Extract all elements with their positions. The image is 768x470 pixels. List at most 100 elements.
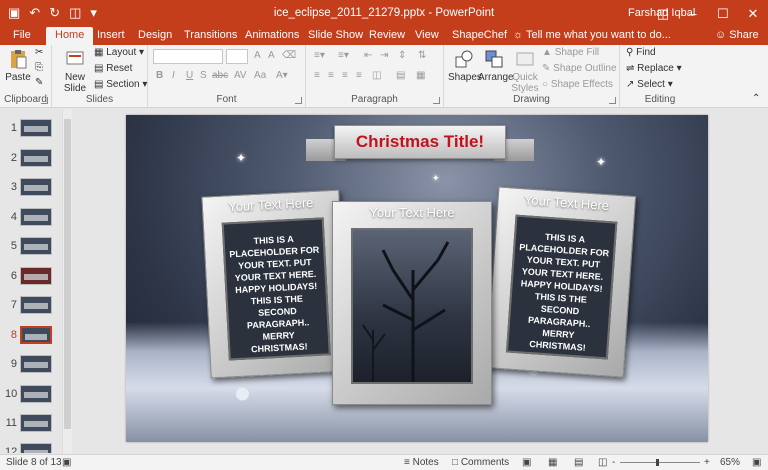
minimize-button[interactable]: – [678, 0, 708, 27]
section-label: Section [106, 79, 140, 90]
format-painter-icon[interactable]: ✎ [35, 77, 43, 88]
thumbnail-scrollbar[interactable] [62, 109, 72, 454]
find-button[interactable]: ⚲ Find [626, 47, 656, 58]
right-frame-header[interactable]: Your Text Here [498, 190, 635, 214]
zoom-slider[interactable] [620, 459, 700, 466]
slide-thumbnail[interactable]: 3 [5, 176, 65, 200]
slide-show-icon[interactable]: ◫ [598, 457, 607, 468]
zoom-level[interactable]: 65% [720, 457, 740, 468]
text-direction-icon[interactable]: ⇅ [418, 50, 426, 61]
decrease-indent-icon[interactable]: ⇤ [364, 50, 372, 61]
tab-home[interactable]: Home [46, 27, 94, 45]
title-banner[interactable]: Christmas Title! [334, 125, 506, 159]
close-button[interactable]: ✕ [738, 0, 768, 27]
slide-thumbnail[interactable]: 1 [5, 117, 65, 141]
layout-button[interactable]: ▦ Layout ▾ [94, 47, 144, 58]
columns-icon[interactable]: ◫ [372, 70, 381, 81]
align-text-icon[interactable]: ▤ [396, 70, 405, 81]
zoom-slider-thumb[interactable] [656, 459, 659, 466]
tell-me-box[interactable]: ☼ Tell me what you want to do... [504, 27, 680, 45]
grow-font-button[interactable]: A [254, 50, 261, 61]
smartart-icon[interactable]: ▦ [416, 70, 425, 81]
tab-file[interactable]: File [4, 27, 40, 45]
character-spacing-button[interactable]: AV [234, 70, 247, 81]
strikethrough-button[interactable]: abc [212, 70, 228, 81]
center-frame-header[interactable]: Your Text Here [333, 205, 491, 220]
zoom-out-button[interactable]: - [612, 457, 615, 468]
slide-thumbnail[interactable]: 12 [5, 441, 65, 453]
tab-animations[interactable]: Animations [236, 27, 308, 45]
slide-thumbnail[interactable]: 4 [5, 206, 65, 230]
center-picture-frame[interactable]: Your Text Here [332, 201, 492, 405]
slide-title[interactable]: Christmas Title! [356, 132, 484, 152]
font-size-field[interactable] [226, 49, 248, 64]
font-color-icon[interactable]: A▾ [276, 70, 288, 81]
align-right-icon[interactable]: ≡ [342, 70, 348, 81]
line-spacing-icon[interactable]: ⇕ [398, 50, 406, 61]
maximize-button[interactable]: ☐ [708, 0, 738, 27]
numbering-icon[interactable]: ≡▾ [338, 50, 349, 61]
comments-button[interactable]: □ Comments [452, 457, 509, 468]
shrink-font-button[interactable]: A [268, 50, 275, 61]
tab-design[interactable]: Design [129, 27, 181, 45]
right-text-frame[interactable]: Your Text Here THIS IS A PLACEHOLDER FOR… [485, 186, 637, 378]
scrollbar-thumb[interactable] [64, 119, 71, 429]
font-name-field[interactable] [153, 49, 223, 64]
notes-button[interactable]: ≡ Notes [404, 457, 439, 468]
quick-styles-button[interactable]: Quick Styles [510, 48, 540, 94]
left-text-frame[interactable]: Your Text Here THIS IS A PLACEHOLDER FOR… [201, 189, 349, 379]
slide-thumbnail[interactable]: 6 [5, 265, 65, 289]
paragraph-launcher[interactable] [433, 97, 440, 104]
shape-effects-button[interactable]: ○ Shape Effects [542, 79, 613, 90]
ribbon-display-options-icon[interactable]: ◫ [648, 0, 678, 27]
justify-icon[interactable]: ≡ [356, 70, 362, 81]
section-button[interactable]: ▤ Section ▾ [94, 79, 147, 90]
slide-canvas[interactable]: ✦ ✦ ✦ Christmas Title! Your Text Here TH… [126, 115, 708, 442]
slide-thumbnail[interactable]: 11 [5, 412, 65, 436]
text-shadow-button[interactable]: S [200, 70, 207, 81]
fit-to-window-icon[interactable]: ▣ [752, 457, 761, 468]
align-center-icon[interactable]: ≡ [328, 70, 334, 81]
select-button[interactable]: ↗ Select ▾ [626, 79, 673, 90]
change-case-button[interactable]: Aa [254, 70, 266, 81]
spellcheck-icon[interactable]: ▣ [62, 457, 71, 468]
bullets-icon[interactable]: ≡▾ [314, 50, 325, 61]
clipboard-launcher[interactable] [41, 97, 48, 104]
tab-view[interactable]: View [406, 27, 448, 45]
slide-thumbnail-selected[interactable]: 8 [5, 324, 65, 348]
slide-thumbnail[interactable]: 9 [5, 353, 65, 377]
font-launcher[interactable] [295, 97, 302, 104]
cut-icon[interactable]: ✂ [35, 47, 43, 58]
slide-thumbnail[interactable]: 2 [5, 147, 65, 171]
increase-indent-icon[interactable]: ⇥ [380, 50, 388, 61]
paste-button[interactable]: Paste [4, 48, 32, 83]
left-frame-header[interactable]: Your Text Here [203, 194, 340, 216]
bold-button[interactable]: B [156, 70, 163, 81]
thumbnail-image [20, 149, 52, 167]
new-slide-button[interactable]: New Slide [60, 48, 90, 94]
drawing-launcher[interactable] [609, 97, 616, 104]
clear-formatting-icon[interactable]: ⌫ [282, 50, 296, 61]
shape-outline-button[interactable]: ✎ Shape Outline [542, 63, 617, 74]
tab-insert[interactable]: Insert [88, 27, 134, 45]
replace-button[interactable]: ⇌ Replace ▾ [626, 63, 682, 74]
left-frame-body[interactable]: THIS IS A PLACEHOLDER FOR YOUR TEXT. PUT… [224, 231, 328, 356]
slide-sorter-icon[interactable]: ▦ [548, 457, 557, 468]
normal-view-icon[interactable]: ▣ [522, 457, 531, 468]
zoom-in-button[interactable]: + [704, 457, 710, 468]
reading-view-icon[interactable]: ▤ [574, 457, 583, 468]
shape-fill-button[interactable]: ▲ Shape Fill [542, 47, 599, 58]
italic-button[interactable]: I [172, 70, 175, 81]
underline-button[interactable]: U [186, 70, 193, 81]
arrange-button[interactable]: Arrange [478, 48, 514, 83]
copy-icon[interactable]: ⎘ [35, 62, 43, 73]
collapse-ribbon-icon[interactable]: ⌃ [752, 93, 760, 104]
slide-thumbnail[interactable]: 5 [5, 235, 65, 259]
share-button[interactable]: ☺ Share [706, 27, 768, 45]
shapes-button[interactable]: Shapes [448, 48, 482, 83]
slide-thumbnail[interactable]: 10 [5, 383, 65, 407]
right-frame-body[interactable]: THIS IS A PLACEHOLDER FOR YOUR TEXT. PUT… [508, 229, 614, 356]
reset-button[interactable]: ▤ Reset [94, 63, 132, 74]
slide-thumbnail[interactable]: 7 [5, 294, 65, 318]
align-left-icon[interactable]: ≡ [314, 70, 320, 81]
